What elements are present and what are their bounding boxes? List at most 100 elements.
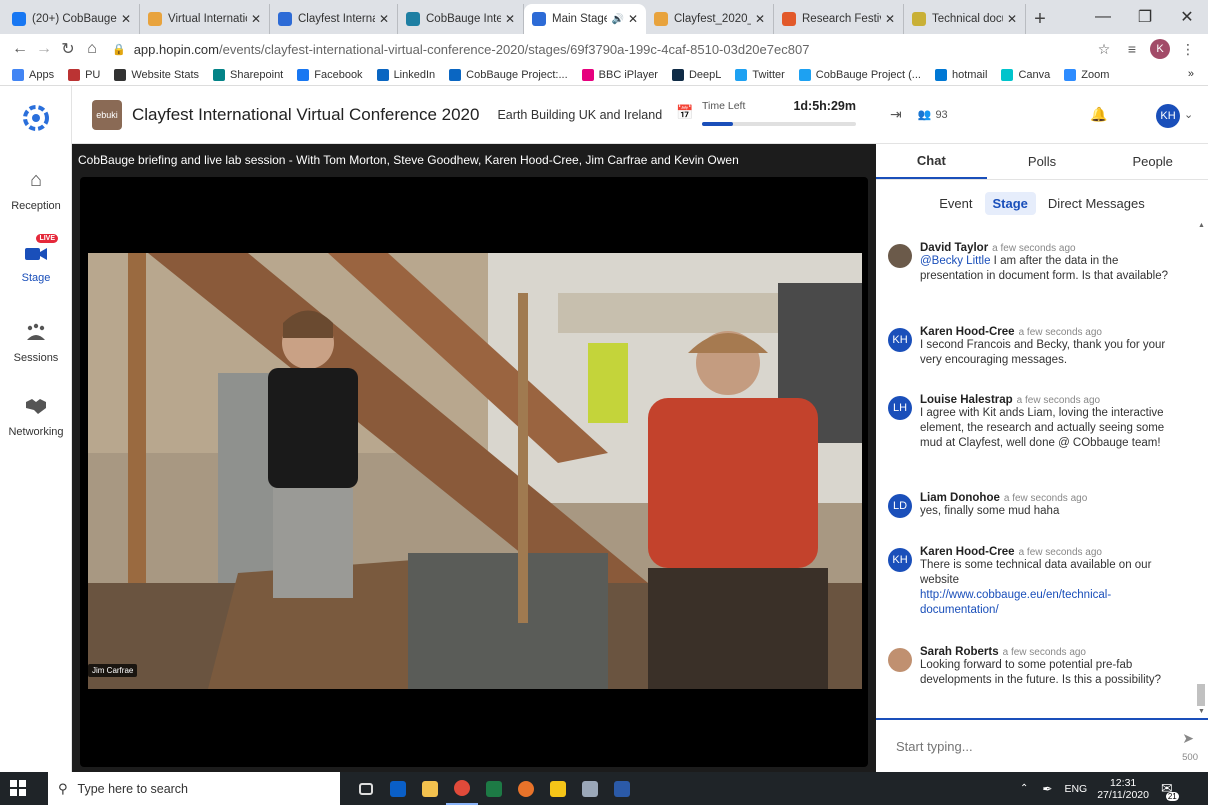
home-browser-icon[interactable]: ⌂ — [80, 37, 104, 61]
nav-stage[interactable]: LIVE Stage — [0, 234, 72, 284]
excel-icon[interactable] — [478, 772, 510, 805]
outlook-icon[interactable] — [382, 772, 414, 805]
notification-center-icon[interactable]: ✉ 21 — [1161, 780, 1179, 801]
bookmarks-overflow-button[interactable]: » — [1188, 68, 1194, 80]
bookmark-item[interactable]: Website Stats — [114, 68, 199, 81]
tab-chat[interactable]: Chat — [876, 144, 987, 179]
panel-header: ⇥ 👥 93 🔔 KH ⌄ — [876, 86, 1208, 144]
browser-tab[interactable]: CobBauge Intern ✕ — [398, 4, 524, 34]
browser-tab[interactable]: Research Festiva ✕ — [774, 4, 904, 34]
author-avatar: LH — [888, 396, 912, 420]
notification-bell-icon[interactable]: 🔔 — [1090, 106, 1107, 123]
back-icon[interactable]: ← — [8, 37, 32, 61]
browser-tab[interactable]: Clayfest Internat ✕ — [270, 4, 398, 34]
bookmark-star-icon[interactable]: ☆ — [1092, 37, 1116, 61]
nav-sessions[interactable]: Sessions — [0, 318, 72, 364]
user-avatar[interactable]: KH — [1156, 104, 1180, 128]
bookmark-item[interactable]: PU — [68, 68, 100, 81]
reading-list-icon[interactable]: ≡ — [1120, 37, 1144, 61]
browser-tab[interactable]: (20+) CobBauge ✕ — [4, 4, 140, 34]
message-link[interactable]: http://www.cobbauge.eu/en/technical-docu… — [920, 589, 1111, 616]
bookmark-item[interactable]: BBC iPlayer — [581, 68, 658, 81]
browser-tab[interactable]: Clayfest_2020_S ✕ — [646, 4, 774, 34]
subtab-stage[interactable]: Stage — [984, 191, 1036, 215]
tab-close-icon[interactable]: ✕ — [505, 12, 515, 26]
chat-input[interactable] — [896, 738, 1146, 754]
message-mention[interactable]: @Becky Little — [920, 255, 990, 267]
chevron-down-icon[interactable]: ⌄ — [1184, 108, 1193, 121]
browser-tab[interactable]: Virtual Internatio ✕ — [140, 4, 270, 34]
firefox-icon[interactable] — [510, 772, 542, 805]
tab-title: Clayfest Internat — [298, 13, 375, 25]
browser-tab[interactable]: Technical docum ✕ — [904, 4, 1026, 34]
bookmark-item[interactable]: Zoom — [1064, 68, 1109, 81]
tab-close-icon[interactable]: ✕ — [885, 12, 895, 26]
url-field[interactable]: 🔒 app.hopin.com/events/clayfest-internat… — [112, 37, 1088, 61]
bookmark-item[interactable]: Twitter — [735, 68, 785, 81]
bookmark-favicon-icon — [114, 68, 127, 81]
bookmark-favicon-icon — [213, 68, 226, 81]
nav-reception[interactable]: ⌂ Reception — [0, 166, 72, 213]
language-indicator[interactable]: ENG — [1064, 783, 1087, 795]
bookmark-item[interactable]: Canva — [1001, 68, 1051, 81]
message-text: yes, finally some mud haha — [920, 505, 1060, 517]
paint-icon[interactable] — [574, 772, 606, 805]
minimize-icon[interactable]: — — [1082, 0, 1124, 34]
chat-scrollbar[interactable]: ▲ ▼ — [1196, 222, 1206, 716]
collapse-panel-icon[interactable]: ⇥ — [890, 106, 902, 123]
file-explorer-icon[interactable] — [414, 772, 446, 805]
nav-networking[interactable]: Networking — [0, 392, 72, 438]
tab-close-icon[interactable]: ✕ — [755, 12, 765, 26]
bookmarks-bar: Apps PU Website Stats Sharepoint Facebook Lin… — [0, 64, 1208, 86]
windows-start-icon[interactable] — [10, 780, 26, 796]
bookmark-item[interactable]: CobBauge Project (... — [798, 68, 921, 81]
reload-icon[interactable]: ↻ — [56, 37, 80, 61]
sticky-notes-icon[interactable] — [542, 772, 574, 805]
close-window-icon[interactable]: ✕ — [1166, 0, 1208, 34]
maximize-icon[interactable]: ❐ — [1124, 0, 1166, 34]
taskbar-search[interactable]: ⚲ Type here to search — [48, 772, 340, 805]
tab-close-icon[interactable]: ✕ — [251, 12, 261, 26]
chrome-icon[interactable] — [446, 772, 478, 805]
organizer-logo: ebuki — [92, 99, 122, 130]
tab-close-icon[interactable]: ✕ — [628, 12, 638, 26]
tab-close-icon[interactable]: ✕ — [121, 12, 131, 26]
browser-menu-icon[interactable]: ⋮ — [1176, 37, 1200, 61]
bookmark-item[interactable]: CobBauge Project:... — [449, 68, 568, 81]
tab-favicon-icon — [278, 12, 292, 26]
tab-favicon-icon — [912, 12, 926, 26]
chat-message: Sarah Roberts a few seconds ago Looking f… — [888, 646, 1184, 688]
profile-button[interactable]: K — [1148, 37, 1172, 61]
bookmark-item[interactable]: LinkedIn — [376, 68, 435, 81]
subtab-direct-messages[interactable]: Direct Messages — [1040, 192, 1153, 215]
tab-close-icon[interactable]: ✕ — [1007, 12, 1017, 26]
message-author: Karen Hood-Cree — [920, 546, 1015, 558]
tab-people[interactable]: People — [1097, 144, 1208, 179]
home-icon: ⌂ — [29, 168, 43, 191]
bookmark-item[interactable]: Facebook — [297, 68, 363, 81]
bookmark-label: Canva — [1018, 68, 1051, 81]
clock[interactable]: 12:31 27/11/2020 — [1097, 777, 1149, 801]
bookmark-item[interactable]: hotmail — [934, 68, 987, 81]
tray-expand-icon[interactable]: ⌃ — [1020, 783, 1028, 794]
bookmark-label: Sharepoint — [230, 68, 284, 81]
system-tray: ⌃ ✒ ENG 12:31 27/11/2020 ✉ 21 — [1020, 772, 1179, 805]
bookmark-item[interactable]: Sharepoint — [213, 68, 284, 81]
word-icon[interactable] — [606, 772, 638, 805]
task-view-icon[interactable] — [350, 772, 382, 805]
bookmark-item[interactable]: DeepL — [671, 68, 722, 81]
new-tab-button[interactable]: + — [1026, 4, 1054, 34]
windows-taskbar: ⚲ Type here to search ⌃ ✒ ENG 12:31 27/1… — [0, 772, 1208, 805]
forward-icon[interactable]: → — [32, 37, 56, 61]
send-icon[interactable]: ➤ — [1182, 730, 1194, 747]
organizer-name[interactable]: Earth Building UK and Ireland — [497, 108, 662, 122]
subtab-event[interactable]: Event — [931, 192, 980, 215]
tab-close-icon[interactable]: ✕ — [379, 12, 389, 26]
pen-icon[interactable]: ✒ — [1042, 782, 1052, 796]
bookmark-label: DeepL — [688, 68, 722, 81]
video-player[interactable]: Jim Carfrae — [80, 177, 868, 767]
bookmark-item[interactable]: Apps — [12, 68, 54, 81]
browser-tab[interactable]: Main Stage 🔊 ✕ — [524, 4, 646, 34]
tab-polls[interactable]: Polls — [987, 144, 1098, 179]
tab-audio-icon[interactable]: 🔊 — [611, 14, 623, 25]
